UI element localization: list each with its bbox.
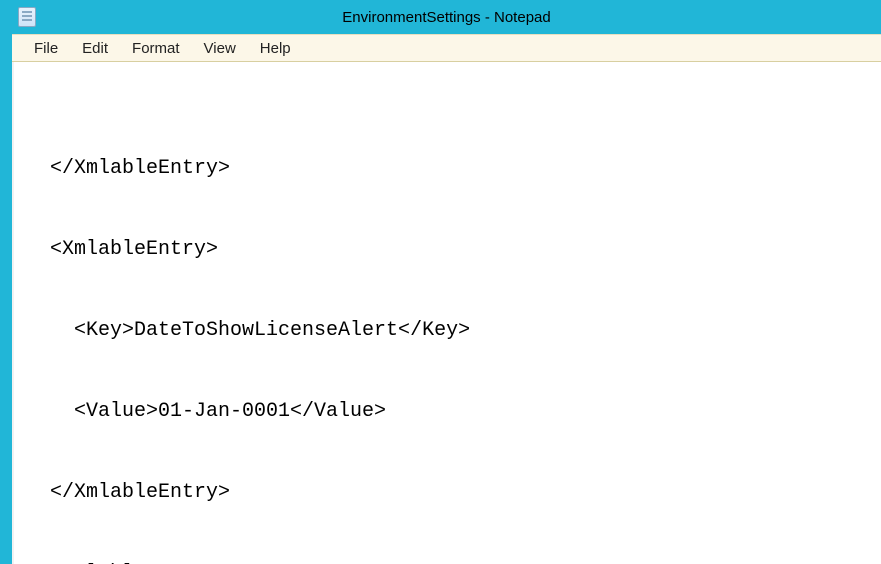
menu-view[interactable]: View: [194, 38, 246, 59]
title-bar[interactable]: EnvironmentSettings - Notepad: [12, 0, 881, 34]
window-title: EnvironmentSettings - Notepad: [342, 9, 550, 26]
menu-help[interactable]: Help: [250, 38, 301, 59]
text-editor[interactable]: </XmlableEntry> <XmlableEntry> <Key>Date…: [12, 62, 881, 564]
gutter-shadow: [12, 62, 14, 564]
menu-file[interactable]: File: [24, 38, 68, 59]
notepad-icon: [18, 7, 36, 27]
text-line: <XmlableEntry>: [26, 236, 881, 263]
text-line: <XmlableEntry>: [26, 560, 881, 564]
text-line: </XmlableEntry>: [26, 479, 881, 506]
text-line: <Value>01-Jan-0001</Value>: [26, 398, 881, 425]
menu-bar: File Edit Format View Help: [12, 34, 881, 62]
notepad-window: EnvironmentSettings - Notepad File Edit …: [0, 0, 881, 564]
menu-edit[interactable]: Edit: [72, 38, 118, 59]
text-line: </XmlableEntry>: [26, 155, 881, 182]
menu-format[interactable]: Format: [122, 38, 190, 59]
text-line: <Key>DateToShowLicenseAlert</Key>: [26, 317, 881, 344]
